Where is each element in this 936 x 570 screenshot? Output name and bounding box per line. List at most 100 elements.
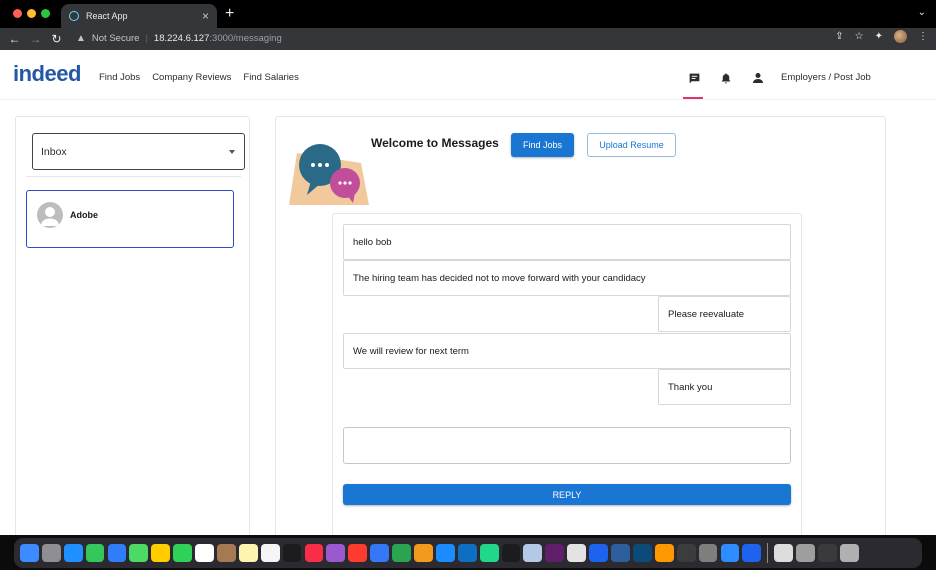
finder-icon[interactable]	[20, 543, 39, 563]
tab-search-icon[interactable]: ⌄	[918, 7, 926, 18]
conversations-sidebar: Inbox Adobe	[15, 116, 250, 535]
news-icon[interactable]	[348, 543, 368, 563]
indeed-logo[interactable]: indeed	[13, 61, 81, 87]
sublime-icon[interactable]	[654, 543, 674, 563]
pages-icon[interactable]	[414, 543, 433, 563]
contacts-icon[interactable]	[217, 543, 236, 563]
main-nav: Find Jobs Company Reviews Find Salaries	[99, 72, 299, 83]
maps-icon[interactable]	[129, 543, 149, 563]
account-person-icon[interactable]	[747, 68, 769, 88]
back-icon[interactable]: ←	[4, 32, 25, 46]
messages-icon[interactable]	[683, 68, 705, 88]
security-label: Not Secure	[91, 33, 140, 44]
chevron-down-icon	[229, 150, 235, 154]
mail-icon[interactable]	[107, 543, 127, 563]
warning-icon: ▲	[76, 33, 86, 44]
docker-icon[interactable]	[589, 543, 608, 563]
find-jobs-button[interactable]: Find Jobs	[511, 133, 574, 157]
finder-doc-icon[interactable]	[774, 543, 794, 563]
message-outgoing: Please reevaluate	[658, 296, 791, 332]
web-page: indeed Find Jobs Company Reviews Find Sa…	[0, 50, 936, 535]
active-nav-indicator	[683, 97, 703, 99]
welcome-title: Welcome to Messages	[371, 136, 499, 150]
bookmark-star-icon[interactable]: ☆	[855, 31, 864, 42]
chat-bubbles-illustration	[289, 144, 369, 205]
reload-icon[interactable]: ↻	[46, 32, 67, 46]
inbox-select-value: Inbox	[41, 145, 67, 158]
inbox-filter-select[interactable]: Inbox	[32, 133, 245, 170]
docker-desktop-icon[interactable]	[742, 543, 762, 563]
cyberduck-icon[interactable]	[632, 543, 652, 563]
app-store-icon[interactable]	[435, 543, 455, 563]
nav-find-salaries[interactable]: Find Salaries	[243, 72, 298, 83]
upload-resume-button[interactable]: Upload Resume	[587, 133, 676, 157]
messages-panel: Welcome to Messages Find Jobs Upload Res…	[275, 116, 886, 535]
music-icon[interactable]	[304, 543, 324, 563]
address-bar[interactable]: ▲ Not Secure | 18.224.6.127:3000/messagi…	[68, 29, 868, 48]
pycharm-icon[interactable]	[479, 543, 499, 563]
message-incoming: hello bob	[343, 224, 791, 260]
url-host: 18.224.6.127	[153, 33, 210, 44]
screens-icon[interactable]	[818, 543, 837, 563]
header-icons	[683, 68, 779, 88]
nav-company-reviews[interactable]: Company Reviews	[152, 72, 231, 83]
zoom-icon[interactable]	[720, 543, 740, 563]
new-tab-icon[interactable]: +	[225, 5, 234, 23]
extensions-icon[interactable]: ✦	[875, 31, 883, 42]
photos-icon[interactable]	[151, 543, 171, 563]
safari-icon[interactable]	[63, 543, 83, 563]
numbers-icon[interactable]	[392, 543, 411, 563]
facetime-icon[interactable]	[173, 543, 193, 563]
forward-icon[interactable]: →	[25, 32, 46, 46]
notifications-bell-icon[interactable]	[715, 68, 737, 88]
slack-icon[interactable]	[545, 543, 565, 563]
reply-button[interactable]: REPLY	[343, 484, 791, 505]
launchpad-icon[interactable]	[41, 543, 61, 563]
conversation-item[interactable]: Adobe	[26, 190, 234, 248]
podcasts-icon[interactable]	[326, 543, 346, 563]
toolbar-actions: ⇪ ☆ ✦ ⋮	[835, 30, 928, 43]
screen: React App × + ⌄ ← → ↻ ▲ Not Secure | 18.…	[0, 0, 936, 570]
trash-icon[interactable]	[840, 543, 859, 563]
site-header: indeed Find Jobs Company Reviews Find Sa…	[0, 50, 936, 100]
browser-tab[interactable]: React App ×	[61, 4, 217, 28]
nav-find-jobs[interactable]: Find Jobs	[99, 72, 140, 83]
calendar-icon[interactable]	[195, 543, 214, 563]
share-icon[interactable]: ⇪	[835, 31, 843, 42]
tab-title: React App	[86, 11, 128, 21]
browser-menu-icon[interactable]: ⋮	[918, 31, 928, 42]
message-incoming: We will review for next term	[343, 333, 791, 369]
istat-icon[interactable]	[676, 543, 696, 563]
reply-input[interactable]	[343, 427, 791, 464]
address-separator: |	[145, 33, 148, 44]
conversation-name: Adobe	[70, 210, 98, 220]
apple-tv-icon[interactable]	[282, 543, 302, 563]
chrome-icon[interactable]	[567, 543, 587, 563]
message-outgoing: Thank you	[658, 369, 791, 405]
message-incoming: The hiring team has decided not to move …	[343, 260, 791, 296]
sidebar-divider	[26, 176, 241, 177]
desktop-dock-area	[0, 535, 936, 570]
quicktime-icon[interactable]	[698, 543, 718, 563]
keynote-icon[interactable]	[370, 543, 390, 563]
react-favicon-icon	[69, 11, 79, 21]
notes-icon[interactable]	[238, 543, 258, 563]
minimize-window-button[interactable]	[27, 9, 36, 18]
vscode-icon[interactable]	[457, 543, 477, 563]
macos-dock	[14, 538, 922, 568]
system-settings-icon[interactable]	[796, 543, 816, 563]
reminders-icon[interactable]	[260, 543, 280, 563]
sourcetree-icon[interactable]	[611, 543, 630, 563]
dock-divider	[767, 543, 769, 563]
browser-tab-strip: React App × + ⌄	[0, 0, 936, 28]
terminal-icon[interactable]	[501, 543, 521, 563]
maximize-window-button[interactable]	[41, 9, 50, 18]
preview-icon[interactable]	[523, 543, 543, 563]
profile-avatar-icon[interactable]	[894, 30, 907, 43]
close-window-button[interactable]	[13, 9, 22, 18]
messages-icon[interactable]	[85, 543, 105, 563]
tab-close-icon[interactable]: ×	[202, 10, 209, 22]
url-path: :3000/messaging	[209, 33, 282, 44]
employers-post-job-link[interactable]: Employers / Post Job	[781, 72, 871, 83]
message-thread: hello bob The hiring team has decided no…	[332, 213, 802, 535]
